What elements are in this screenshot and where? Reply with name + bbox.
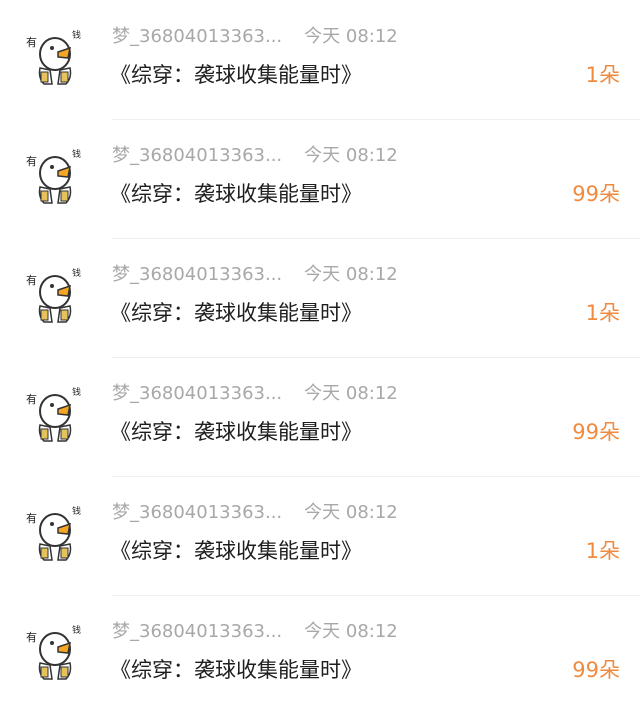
username[interactable]: 梦_36804013363... xyxy=(112,383,282,404)
list-item[interactable]: 有 钱 梦_36804013363... 今天 08:12 《综穿：袭球收集能量时… xyxy=(0,119,640,239)
avatar-text-right: 钱 xyxy=(72,386,81,398)
book-title[interactable]: 《综穿：袭球收集能量时》 xyxy=(110,297,362,327)
gift-count: 99朵 xyxy=(572,182,620,206)
duck-with-money-sticker-icon: 有 钱 xyxy=(26,386,81,442)
avatar-text-left: 有 xyxy=(26,511,37,525)
gift-record-list: 有 钱 梦_36804013363... 今天 08:12 《综穿：袭球收集能量时… xyxy=(0,0,640,706)
gift-count: 99朵 xyxy=(572,658,620,682)
book-title[interactable]: 《综穿：袭球收集能量时》 xyxy=(110,59,362,89)
username[interactable]: 梦_36804013363... xyxy=(112,502,282,523)
item-meta: 梦_36804013363... 今天 08:12 xyxy=(112,498,398,524)
item-meta: 梦_36804013363... 今天 08:12 xyxy=(112,260,398,286)
avatar[interactable]: 有 钱 xyxy=(22,381,86,445)
avatar[interactable]: 有 钱 xyxy=(22,500,86,564)
avatar-text-left: 有 xyxy=(26,154,37,168)
gift-count: 1朵 xyxy=(585,63,620,87)
book-title[interactable]: 《综穿：袭球收集能量时》 xyxy=(110,178,362,208)
timestamp: 今天 08:12 xyxy=(304,264,398,285)
gift-count: 99朵 xyxy=(572,420,620,444)
avatar-text-right: 钱 xyxy=(72,267,81,279)
book-title[interactable]: 《综穿：袭球收集能量时》 xyxy=(110,416,362,446)
avatar[interactable]: 有 钱 xyxy=(22,619,86,683)
duck-with-money-sticker-icon: 有 钱 xyxy=(26,29,81,85)
avatar-text-right: 钱 xyxy=(72,505,81,517)
duck-with-money-sticker-icon: 有 钱 xyxy=(26,148,81,204)
timestamp: 今天 08:12 xyxy=(304,26,398,47)
avatar[interactable]: 有 钱 xyxy=(22,143,86,207)
avatar-text-right: 钱 xyxy=(72,624,81,636)
username[interactable]: 梦_36804013363... xyxy=(112,621,282,642)
book-title[interactable]: 《综穿：袭球收集能量时》 xyxy=(110,654,362,684)
avatar-text-right: 钱 xyxy=(72,148,81,160)
timestamp: 今天 08:12 xyxy=(304,502,398,523)
username[interactable]: 梦_36804013363... xyxy=(112,264,282,285)
avatar-text-left: 有 xyxy=(26,630,37,644)
item-meta: 梦_36804013363... 今天 08:12 xyxy=(112,22,398,48)
avatar-text-right: 钱 xyxy=(72,29,81,41)
item-meta: 梦_36804013363... 今天 08:12 xyxy=(112,141,398,167)
duck-with-money-sticker-icon: 有 钱 xyxy=(26,624,81,680)
avatar-text-left: 有 xyxy=(26,35,37,49)
duck-with-money-sticker-icon: 有 钱 xyxy=(26,267,81,323)
timestamp: 今天 08:12 xyxy=(304,145,398,166)
timestamp: 今天 08:12 xyxy=(304,383,398,404)
username[interactable]: 梦_36804013363... xyxy=(112,145,282,166)
avatar[interactable]: 有 钱 xyxy=(22,262,86,326)
timestamp: 今天 08:12 xyxy=(304,621,398,642)
list-item[interactable]: 有 钱 梦_36804013363... 今天 08:12 《综穿：袭球收集能量时… xyxy=(0,0,640,120)
avatar-text-left: 有 xyxy=(26,392,37,406)
duck-with-money-sticker-icon: 有 钱 xyxy=(26,505,81,561)
list-item[interactable]: 有 钱 梦_36804013363... 今天 08:12 《综穿：袭球收集能量时… xyxy=(0,238,640,358)
item-meta: 梦_36804013363... 今天 08:12 xyxy=(112,617,398,643)
list-item[interactable]: 有 钱 梦_36804013363... 今天 08:12 《综穿：袭球收集能量时… xyxy=(0,476,640,596)
gift-count: 1朵 xyxy=(585,301,620,325)
item-meta: 梦_36804013363... 今天 08:12 xyxy=(112,379,398,405)
avatar-text-left: 有 xyxy=(26,273,37,287)
gift-count: 1朵 xyxy=(585,539,620,563)
username[interactable]: 梦_36804013363... xyxy=(112,26,282,47)
book-title[interactable]: 《综穿：袭球收集能量时》 xyxy=(110,535,362,565)
list-item[interactable]: 有 钱 梦_36804013363... 今天 08:12 《综穿：袭球收集能量时… xyxy=(0,595,640,706)
avatar[interactable]: 有 钱 xyxy=(22,24,86,88)
list-item[interactable]: 有 钱 梦_36804013363... 今天 08:12 《综穿：袭球收集能量时… xyxy=(0,357,640,477)
